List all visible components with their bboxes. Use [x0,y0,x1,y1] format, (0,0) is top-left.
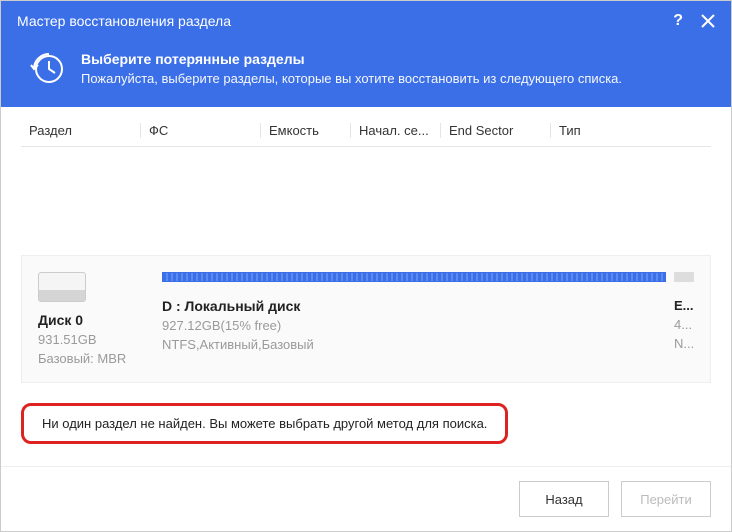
partition-tail[interactable]: E... 4... N... [674,272,694,366]
col-end-sector[interactable]: End Sector [441,123,551,138]
close-icon[interactable] [701,14,715,28]
content-area: Раздел ФС Емкость Начал. се... End Secto… [1,107,731,466]
partition-map: D : Локальный диск 927.12GB(15% free) NT… [162,272,694,366]
col-filesystem[interactable]: ФС [141,123,261,138]
col-start-sector[interactable]: Начал. се... [351,123,441,138]
footer: Назад Перейти [1,466,731,531]
partition-d[interactable]: D : Локальный диск 927.12GB(15% free) NT… [162,272,666,366]
disk-name: Диск 0 [38,312,138,328]
banner-heading: Выберите потерянные разделы [81,51,622,67]
titlebar: Мастер восстановления раздела ? [1,1,731,41]
titlebar-controls: ? [673,12,715,30]
tail-line1: E... [674,298,694,313]
history-icon [29,51,65,87]
col-partition[interactable]: Раздел [21,123,141,138]
banner: Выберите потерянные разделы Пожалуйста, … [1,41,731,107]
col-capacity[interactable]: Емкость [261,123,351,138]
status-message: Ни один раздел не найден. Вы можете выбр… [21,403,508,444]
drive-icon [38,272,86,302]
tail-bar [674,272,694,282]
banner-text: Выберите потерянные разделы Пожалуйста, … [81,51,622,87]
partition-size: 927.12GB(15% free) [162,318,666,333]
disk-section: Диск 0 931.51GB Базовый: MBR D : Локальн… [21,255,711,383]
disk-info: Диск 0 931.51GB Базовый: MBR [38,272,138,366]
wizard-window: Мастер восстановления раздела ? Выберите… [0,0,732,532]
col-type[interactable]: Тип [551,123,711,138]
tail-line2: 4... [674,317,694,332]
partition-bar [162,272,666,282]
back-button[interactable]: Назад [519,481,609,517]
tail-line3: N... [674,336,694,351]
banner-subtext: Пожалуйста, выберите разделы, которые вы… [81,71,622,86]
table-header: Раздел ФС Емкость Начал. се... End Secto… [21,115,711,147]
disk-size: 931.51GB [38,332,138,347]
next-button: Перейти [621,481,711,517]
disk-type: Базовый: MBR [38,351,138,366]
partition-attrs: NTFS,Активный,Базовый [162,337,666,352]
status-wrap: Ни один раздел не найден. Вы можете выбр… [21,403,711,444]
partition-name: D : Локальный диск [162,298,666,314]
help-icon[interactable]: ? [673,12,683,30]
window-title: Мастер восстановления раздела [17,13,673,29]
table-body-empty [21,147,711,247]
